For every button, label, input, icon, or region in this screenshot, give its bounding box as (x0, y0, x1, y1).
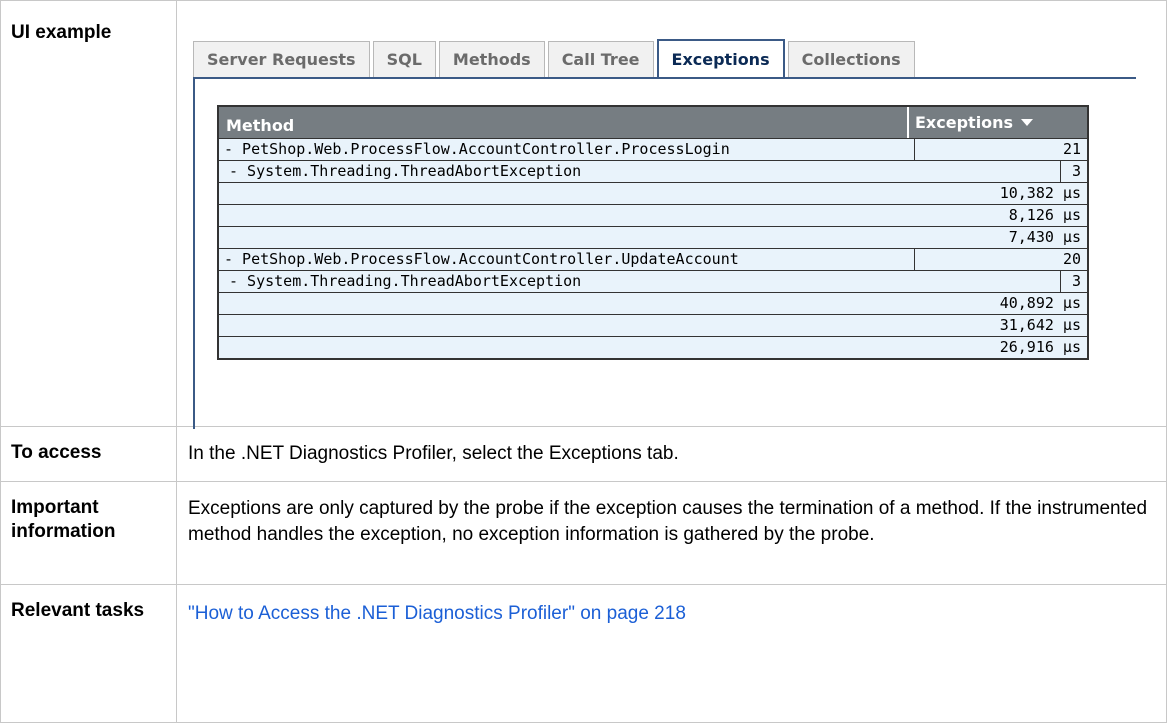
table-row[interactable]: 7,430 µs (219, 226, 1087, 248)
row-name: - PetShop.Web.ProcessFlow.AccountControl… (219, 139, 915, 160)
column-header-method[interactable]: Method (219, 107, 909, 138)
row-value: 3 (1071, 162, 1081, 180)
profiler-screenshot: Server Requests SQL Methods Call Tree Except… (177, 1, 1136, 429)
row-name (219, 205, 887, 226)
table-row[interactable]: 40,892 µs (219, 292, 1087, 314)
tab-server-requests[interactable]: Server Requests (193, 41, 370, 77)
exceptions-grid: Method Exceptions - PetShop.Web.ProcessF… (217, 105, 1089, 360)
column-header-exceptions[interactable]: Exceptions (909, 107, 1087, 138)
table-row[interactable]: - PetShop.Web.ProcessFlow.AccountControl… (219, 248, 1087, 270)
sort-desc-icon (1021, 119, 1034, 126)
table-row[interactable]: 10,382 µs (219, 182, 1087, 204)
relevant-tasks-cell: "How to Access the .NET Diagnostics Prof… (176, 584, 1167, 723)
label-relevant-tasks: Relevant tasks (0, 584, 177, 723)
row-value: 31,642 µs (999, 316, 1081, 334)
row-name (219, 293, 887, 314)
row-to-access: To access In the .NET Diagnostics Profil… (0, 426, 1167, 482)
row-value: 3 (1071, 272, 1081, 290)
row-name: - System.Threading.ThreadAbortException (219, 161, 1061, 182)
tab-underline (193, 77, 1136, 79)
column-header-exceptions-label: Exceptions (915, 112, 1014, 132)
panel-border (193, 77, 195, 429)
table-row[interactable]: 31,642 µs (219, 314, 1087, 336)
row-name (219, 183, 887, 204)
table-row[interactable]: - System.Threading.ThreadAbortException 3 (219, 160, 1087, 182)
tab-collections[interactable]: Collections (787, 41, 915, 77)
table-row[interactable]: 26,916 µs (219, 336, 1087, 358)
row-value: 7,430 µs (1008, 228, 1081, 246)
to-access-text: In the .NET Diagnostics Profiler, select… (176, 426, 1167, 482)
row-name (219, 315, 887, 336)
tab-exceptions[interactable]: Exceptions (656, 39, 785, 79)
important-information-text: Exceptions are only captured by the prob… (176, 481, 1167, 585)
label-important-information: Important information (0, 481, 177, 585)
row-relevant-tasks: Relevant tasks "How to Access the .NET D… (0, 584, 1167, 723)
reference-table: UI example Server Requests SQL Methods Call… (0, 0, 1167, 723)
label-to-access: To access (0, 426, 177, 482)
row-value: 26,916 µs (999, 338, 1081, 356)
tab-sql[interactable]: SQL (372, 41, 436, 77)
row-name: - System.Threading.ThreadAbortException (219, 271, 1061, 292)
row-name (219, 337, 887, 358)
row-value: 21 (1062, 140, 1081, 158)
row-important-information: Important information Exceptions are onl… (0, 481, 1167, 585)
table-row[interactable]: - System.Threading.ThreadAbortException 3 (219, 270, 1087, 292)
row-ui-example: UI example Server Requests SQL Methods Call… (0, 0, 1167, 429)
grid-body: - PetShop.Web.ProcessFlow.AccountControl… (219, 138, 1087, 358)
table-row[interactable]: - PetShop.Web.ProcessFlow.AccountControl… (219, 138, 1087, 160)
row-value: 20 (1062, 250, 1081, 268)
tab-bar: Server Requests SQL Methods Call Tree Except… (193, 39, 918, 79)
row-value: 10,382 µs (999, 184, 1081, 202)
tab-methods[interactable]: Methods (438, 41, 545, 77)
row-name (219, 227, 887, 248)
row-value: 8,126 µs (1008, 206, 1081, 224)
grid-header: Method Exceptions (219, 107, 1087, 138)
row-name: - PetShop.Web.ProcessFlow.AccountControl… (219, 249, 915, 270)
label-ui-example: UI example (0, 0, 177, 427)
table-row[interactable]: 8,126 µs (219, 204, 1087, 226)
ui-example-cell: Server Requests SQL Methods Call Tree Except… (176, 0, 1167, 429)
relevant-task-link[interactable]: "How to Access the .NET Diagnostics Prof… (188, 603, 686, 624)
tab-call-tree[interactable]: Call Tree (547, 41, 654, 77)
row-value: 40,892 µs (999, 294, 1081, 312)
